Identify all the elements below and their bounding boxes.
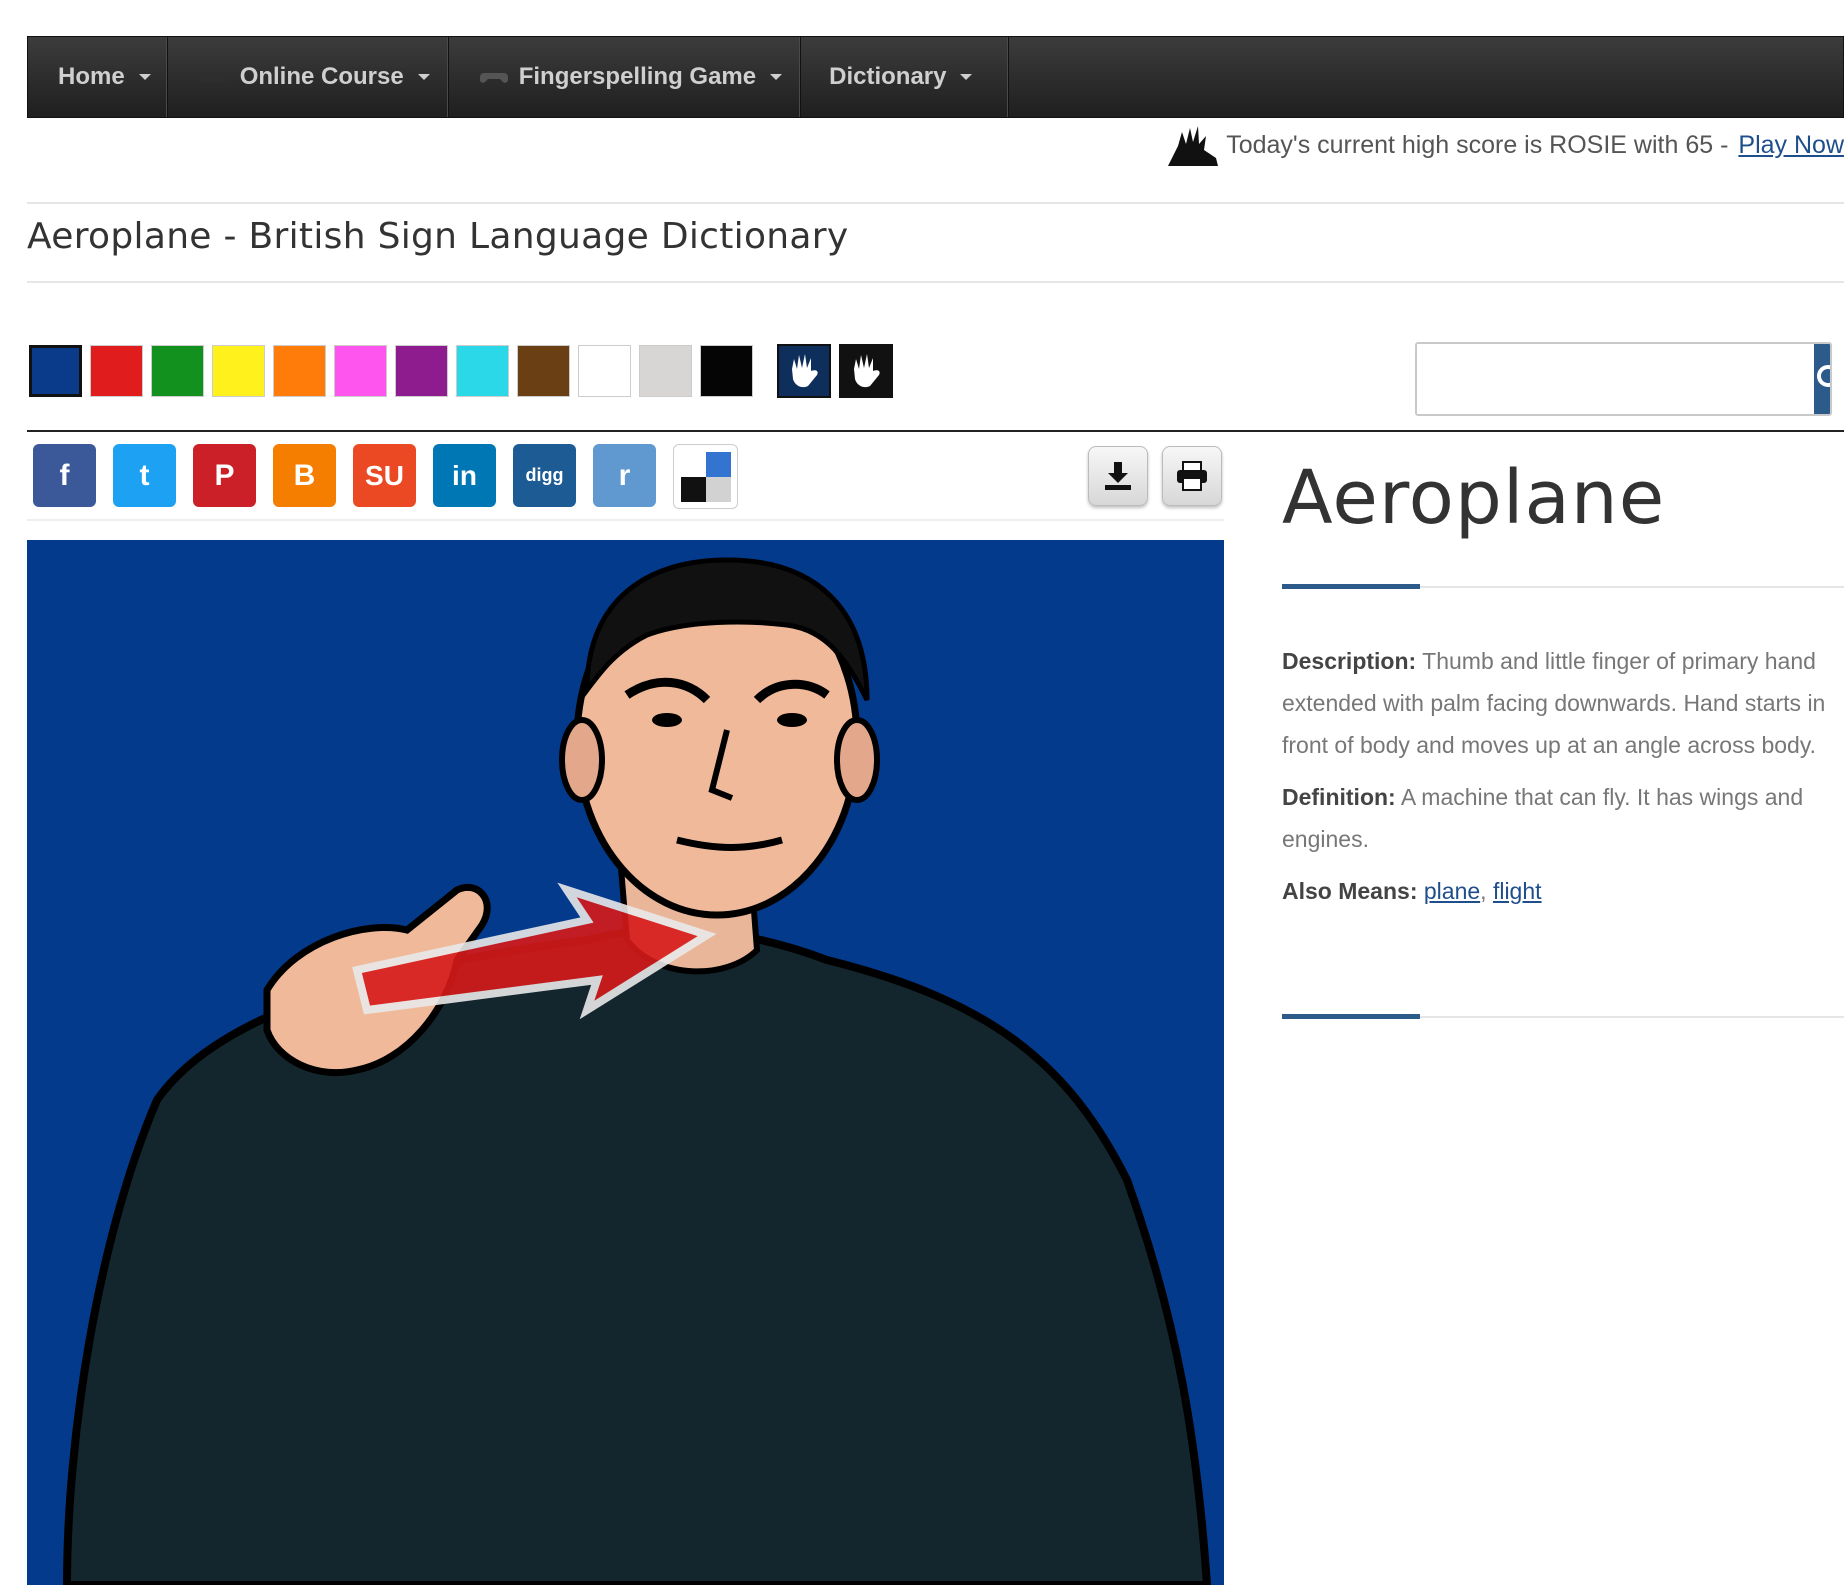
pinterest-share-button[interactable]: P bbox=[193, 444, 256, 507]
accent-divider bbox=[1282, 584, 1420, 589]
divider bbox=[27, 430, 1844, 432]
left-handed-toggle[interactable] bbox=[839, 344, 893, 398]
definition-label: Definition: bbox=[1282, 784, 1396, 810]
stumbleupon-share-button[interactable]: SU bbox=[353, 444, 416, 507]
search-icon bbox=[1817, 365, 1830, 387]
also-means-label: Also Means: bbox=[1282, 878, 1418, 904]
divider bbox=[1420, 586, 1844, 588]
nav-dictionary[interactable]: Dictionary bbox=[801, 37, 1010, 117]
color-swatch[interactable] bbox=[273, 345, 326, 397]
color-swatch[interactable] bbox=[212, 345, 265, 397]
delicious-share-button[interactable] bbox=[673, 444, 738, 509]
print-icon bbox=[1177, 461, 1207, 491]
nav-dictionary-label: Dictionary bbox=[829, 63, 947, 90]
download-icon bbox=[1105, 462, 1131, 490]
nav-online-course-label: Online Course bbox=[239, 63, 404, 90]
color-swatch[interactable] bbox=[151, 345, 204, 397]
nav-home-label: Home bbox=[58, 63, 125, 90]
search-button[interactable] bbox=[1814, 344, 1830, 414]
download-button[interactable] bbox=[1088, 446, 1148, 506]
twitter-share-button[interactable]: t bbox=[113, 444, 176, 507]
blogger-share-button[interactable]: B bbox=[273, 444, 336, 507]
divider bbox=[27, 202, 1844, 204]
play-now-link[interactable]: Play Now bbox=[1738, 131, 1844, 160]
share-bar: f t P B SU in digg r bbox=[33, 444, 738, 509]
nav-fingerspelling-game[interactable]: Fingerspelling Game bbox=[449, 37, 802, 117]
nav-online-course[interactable]: Online Course bbox=[168, 37, 449, 117]
right-handed-toggle[interactable] bbox=[777, 344, 831, 398]
right-hand-icon bbox=[792, 354, 818, 388]
color-swatch[interactable] bbox=[456, 345, 509, 397]
caret-down-icon bbox=[960, 74, 973, 80]
caret-down-icon bbox=[417, 74, 430, 80]
divider bbox=[27, 281, 1844, 283]
linkedin-share-button[interactable]: in bbox=[433, 444, 496, 507]
main-navbar: Home Online Course Fingerspelling Game D… bbox=[27, 36, 1844, 118]
signer-illustration bbox=[62, 557, 1212, 1585]
also-means-row: Also Means: plane, flight bbox=[1282, 870, 1842, 912]
description-label: Description: bbox=[1282, 648, 1417, 674]
nav-home[interactable]: Home bbox=[28, 37, 168, 117]
facebook-icon: f bbox=[59, 458, 70, 492]
digg-icon: digg bbox=[525, 465, 564, 485]
digg-share-button[interactable]: digg bbox=[513, 444, 576, 507]
facebook-share-button[interactable]: f bbox=[33, 444, 96, 507]
page-title: Aeroplane - British Sign Language Dictio… bbox=[27, 216, 849, 257]
color-swatch[interactable] bbox=[639, 345, 692, 397]
also-means-separator: , bbox=[1480, 878, 1487, 904]
sign-illustration bbox=[27, 540, 1224, 1585]
also-means-link[interactable]: plane bbox=[1424, 878, 1480, 904]
color-swatch[interactable] bbox=[90, 345, 143, 397]
signing-hand-icon bbox=[1168, 126, 1219, 166]
divider bbox=[27, 519, 1224, 521]
high-score-text: Today's current high score is ROSIE with… bbox=[1226, 130, 1729, 159]
word-details: Description: Thumb and little finger of … bbox=[1282, 640, 1842, 922]
left-hand-icon bbox=[854, 354, 880, 388]
caret-down-icon bbox=[138, 74, 151, 80]
high-score-banner: Today's current high score is ROSIE with… bbox=[1164, 122, 1844, 168]
color-swatch[interactable] bbox=[578, 345, 631, 397]
linkedin-icon: in bbox=[452, 459, 477, 491]
tools-bar bbox=[1088, 446, 1222, 506]
print-button[interactable] bbox=[1162, 446, 1222, 506]
stumbleupon-icon: SU bbox=[365, 459, 404, 491]
search-box bbox=[1415, 342, 1832, 416]
reddit-icon: r bbox=[618, 458, 631, 492]
also-means-link[interactable]: flight bbox=[1493, 878, 1542, 904]
definition-row: Definition: A machine that can fly. It h… bbox=[1282, 776, 1842, 860]
background-color-picker bbox=[29, 344, 893, 398]
delicious-icon bbox=[680, 451, 731, 502]
nav-fingerspelling-game-label: Fingerspelling Game bbox=[518, 63, 757, 90]
twitter-icon: t bbox=[139, 458, 150, 492]
color-swatch[interactable] bbox=[395, 345, 448, 397]
description-row: Description: Thumb and little finger of … bbox=[1282, 640, 1842, 766]
course-icon bbox=[201, 72, 226, 82]
gamepad-icon bbox=[479, 73, 508, 83]
pinterest-icon: P bbox=[214, 458, 235, 492]
word-title: Aeroplane bbox=[1282, 455, 1666, 541]
color-swatch[interactable] bbox=[517, 345, 570, 397]
color-swatch[interactable] bbox=[334, 345, 387, 397]
divider bbox=[1420, 1016, 1844, 1018]
color-swatch[interactable] bbox=[700, 345, 753, 397]
reddit-share-button[interactable]: r bbox=[593, 444, 656, 507]
caret-down-icon bbox=[770, 74, 783, 80]
blogger-icon: B bbox=[293, 458, 316, 492]
accent-divider bbox=[1282, 1014, 1420, 1019]
search-input[interactable] bbox=[1417, 344, 1814, 414]
color-swatch[interactable] bbox=[29, 345, 82, 397]
